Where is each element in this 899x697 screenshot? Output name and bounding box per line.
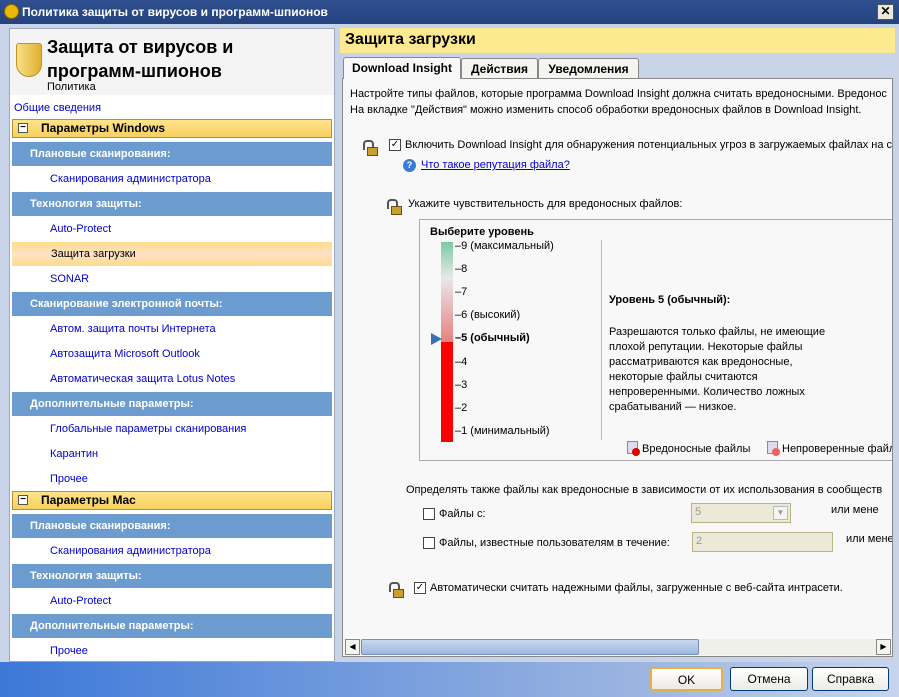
nav-item[interactable]: Автозащита Microsoft Outlook <box>10 342 334 366</box>
policy-header: Защита от вирусов и программ-шпионов Поли… <box>10 29 334 95</box>
files-with-label: Файлы с: <box>439 508 486 520</box>
nav-item[interactable]: Автоматическая защита Lotus Notes <box>10 367 334 391</box>
help-button[interactable]: Справка <box>812 667 889 691</box>
sensitivity-level-panel: Выберите уровень –9 (максимальный) –8 –7 –6… <box>419 219 893 461</box>
intranet-trust-checkbox[interactable]: ✓ <box>414 582 426 594</box>
page-title: Защита загрузки <box>340 28 895 53</box>
scrollbar-thumb[interactable] <box>361 639 699 655</box>
chevron-down-icon[interactable]: ▼ <box>773 506 788 520</box>
lock-icon[interactable] <box>363 140 378 156</box>
ok-button[interactable]: OK <box>650 667 723 691</box>
divider <box>601 240 602 440</box>
level-tick[interactable]: –4 <box>455 356 467 368</box>
nav-section: Плановые сканирования: <box>12 142 332 166</box>
unproven-file-icon <box>767 441 780 456</box>
nav-item[interactable]: Прочее <box>10 639 334 663</box>
nav-item[interactable]: Автом. защита почты Интернета <box>10 317 334 341</box>
community-label: Определять также файлы как вредоносные в… <box>406 484 883 496</box>
description-line: плохой репутации. Некоторые файлы <box>609 341 803 353</box>
intro-text: На вкладке "Действия" можно изменить спо… <box>350 104 862 116</box>
policy-title: Защита от вирусов и программ-шпионов <box>47 37 234 81</box>
file-reputation-link[interactable]: Что такое репутация файла? <box>421 159 570 171</box>
close-button[interactable]: ✕ <box>877 4 894 20</box>
navigation-pane: Защита от вирусов и программ-шпионов Поли… <box>9 28 335 662</box>
tab-content: Настройте типы файлов, которые программа… <box>342 78 893 657</box>
level-tick[interactable]: –7 <box>455 286 467 298</box>
files-with-select[interactable]: 5 ▼ <box>691 503 791 523</box>
legend-unproven: Непроверенные файл <box>782 443 893 455</box>
description-line: некоторые файлы считаются <box>609 371 758 383</box>
legend-malicious: Вредоносные файлы <box>642 443 751 455</box>
cancel-button[interactable]: Отмена <box>730 667 808 691</box>
nav-section: Дополнительные параметры: <box>12 614 332 638</box>
sensitivity-slider[interactable] <box>441 242 453 442</box>
nav-item[interactable]: Сканирования администратора <box>10 539 334 563</box>
slider-thumb[interactable] <box>431 333 442 346</box>
lock-icon[interactable] <box>389 582 404 598</box>
group-windows[interactable]: − Параметры Windows <box>12 119 332 138</box>
tab-notifications[interactable]: Уведомления <box>538 58 639 79</box>
nav-item[interactable]: Защита загрузки <box>12 242 332 266</box>
level-description: Разрешаются только файлы, не имеющие плох… <box>609 325 825 415</box>
collapse-icon[interactable]: − <box>18 495 28 505</box>
files-with-suffix: или мене <box>831 504 879 516</box>
nav-item[interactable]: Auto-Protect <box>10 589 334 613</box>
nav-item[interactable]: SONAR <box>10 267 334 291</box>
sensitivity-label: Укажите чувствительность для вредоносных… <box>408 198 683 210</box>
nav-item[interactable]: Auto-Protect <box>10 217 334 241</box>
malicious-file-icon <box>627 441 640 456</box>
group-label: Параметры Mac <box>41 493 136 507</box>
scroll-right-button[interactable]: ▶ <box>876 639 891 655</box>
nav-item[interactable]: Прочее <box>10 467 334 491</box>
nav-section: Технология защиты: <box>12 564 332 588</box>
nav-overview[interactable]: Общие сведения <box>10 96 334 120</box>
level-tick[interactable]: –6 (высокий) <box>455 309 520 321</box>
lock-icon[interactable] <box>387 199 402 215</box>
window-title: Политика защиты от вирусов и программ-шп… <box>22 5 328 19</box>
scroll-left-button[interactable]: ◀ <box>345 639 360 655</box>
level-tick[interactable]: –8 <box>455 263 467 275</box>
files-known-suffix: или мене <box>846 533 893 545</box>
nav-item[interactable]: Сканирования администратора <box>10 167 334 191</box>
level-tick[interactable]: –9 (максимальный) <box>455 240 554 252</box>
shield-icon <box>16 43 42 77</box>
level-description-title: Уровень 5 (обычный): <box>609 294 731 306</box>
nav-section: Сканирование электронной почты: <box>12 292 332 316</box>
nav-section: Дополнительные параметры: <box>12 392 332 416</box>
enable-download-insight-label: Включить Download Insight для обнаружени… <box>405 139 893 151</box>
help-icon: ? <box>403 159 416 172</box>
level-tick[interactable]: –1 (минимальный) <box>455 425 550 437</box>
description-line: срабатываний — низкое. <box>609 401 737 413</box>
group-mac[interactable]: − Параметры Mac <box>12 491 332 510</box>
nav-section: Технология защиты: <box>12 192 332 216</box>
files-known-input[interactable]: 2 <box>692 532 833 552</box>
description-line: Разрешаются только файлы, не имеющие <box>609 326 826 338</box>
files-known-checkbox[interactable] <box>423 537 435 549</box>
level-tick[interactable]: –3 <box>455 379 467 391</box>
description-line: непроверенными. Количество ложных <box>609 386 805 398</box>
nav-section: Плановые сканирования: <box>12 514 332 538</box>
tab-download-insight[interactable]: Download Insight <box>343 57 461 79</box>
files-known-label: Файлы, известные пользователям в течение… <box>439 537 670 549</box>
shield-icon <box>4 4 19 19</box>
level-tick[interactable]: –5 (обычный) <box>455 332 530 344</box>
description-line: рассматриваются как вредоносные, <box>609 356 793 368</box>
policy-subtitle: Политика <box>47 81 96 93</box>
group-label: Параметры Windows <box>41 121 166 135</box>
tab-actions[interactable]: Действия <box>461 58 538 79</box>
enable-download-insight-checkbox[interactable]: ✓ <box>389 139 401 151</box>
level-tick[interactable]: –2 <box>455 402 467 414</box>
collapse-icon[interactable]: − <box>18 123 28 133</box>
nav-item[interactable]: Глобальные параметры сканирования <box>10 417 334 441</box>
title-bar: Политика защиты от вирусов и программ-шп… <box>0 0 899 24</box>
intro-text: Настройте типы файлов, которые программа… <box>350 88 887 100</box>
nav-item[interactable]: Карантин <box>10 442 334 466</box>
intranet-trust-label: Автоматически считать надежными файлы, з… <box>430 582 843 594</box>
level-heading: Выберите уровень <box>430 226 534 238</box>
files-with-checkbox[interactable] <box>423 508 435 520</box>
horizontal-scrollbar[interactable]: ◀ ▶ <box>345 639 891 655</box>
